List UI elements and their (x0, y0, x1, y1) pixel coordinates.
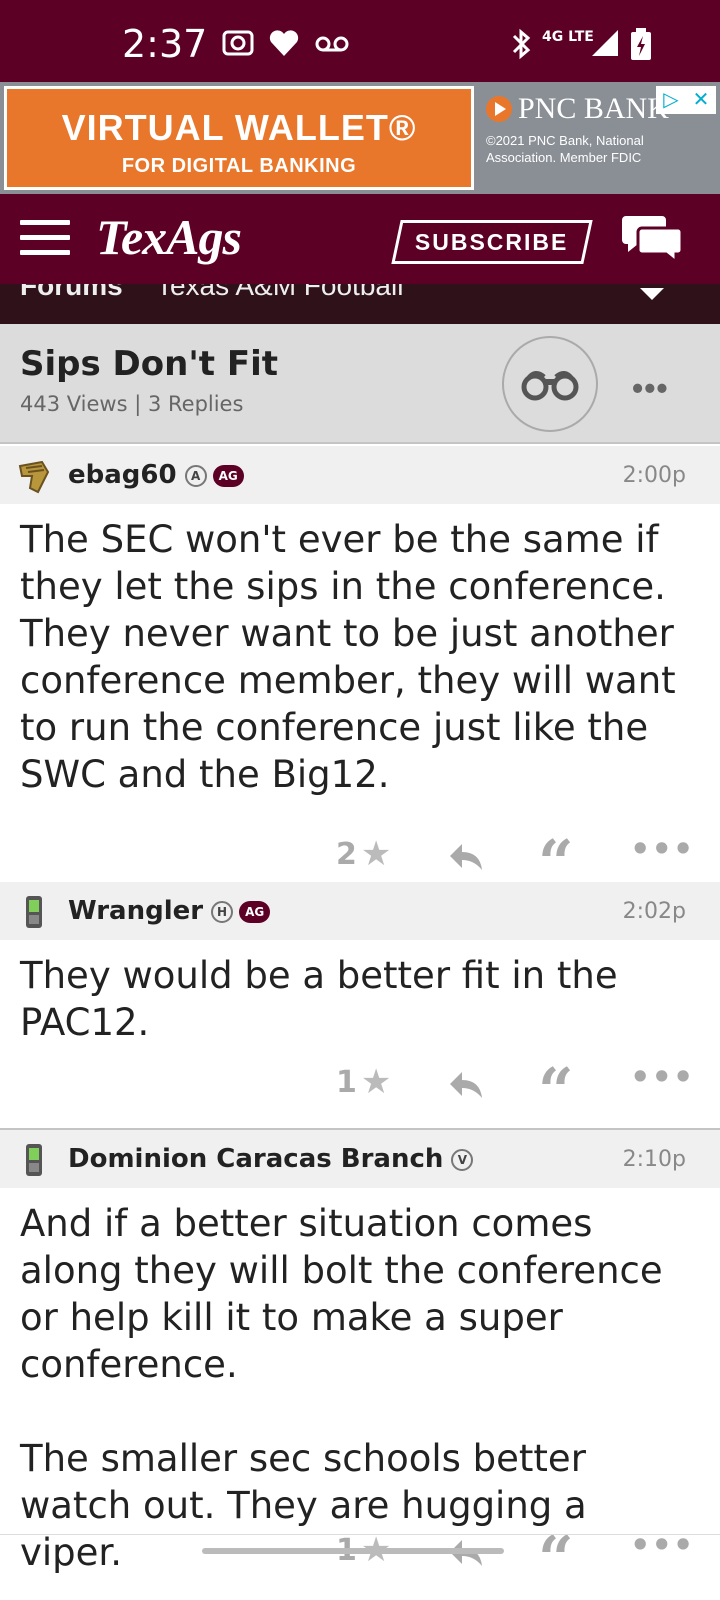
nav-divider (0, 1534, 720, 1535)
thread-title: Sips Don't Fit (20, 344, 278, 384)
ad-close-controls[interactable]: ▷ ✕ (656, 86, 716, 114)
avatar[interactable] (16, 1142, 52, 1178)
thread-header: Sips Don't Fit 443 Views | 3 Replies ••• (0, 324, 720, 444)
star-button[interactable]: 1★ (336, 1062, 391, 1102)
avatar[interactable] (16, 458, 52, 494)
voicemail-icon (315, 36, 349, 52)
ag-badge: AG (239, 900, 271, 923)
post-body: They would be a better fit in the PAC12. (20, 954, 618, 1044)
post-time: 2:10p (622, 1147, 686, 1172)
ad-brand-name: PNC BANK (518, 92, 669, 125)
post: Wrangler H AG 2:02p They would be a better… (0, 882, 720, 1130)
username[interactable]: ebag60 A AG (68, 460, 244, 490)
menu-icon[interactable] (20, 220, 70, 258)
post: ebag60 A AG 2:00p The SEC won't ever be th… (0, 446, 720, 899)
ad-subtitle: FOR DIGITAL BANKING (121, 155, 357, 177)
star-icon: ★ (360, 834, 392, 874)
status-time: 2:37 (122, 22, 208, 66)
signal-icon (592, 30, 618, 56)
reply-icon[interactable] (448, 842, 484, 872)
post: Dominion Caracas Branch V 2:10p And if a … (0, 1130, 720, 1595)
ad-creative[interactable]: VIRTUAL WALLET® FOR DIGITAL BANKING (4, 86, 474, 190)
site-header: TexAgs SUBSCRIBE (0, 194, 720, 284)
post-time: 2:00p (622, 463, 686, 488)
radio-icon (222, 30, 254, 56)
post-more-icon[interactable]: ••• (630, 1526, 694, 1564)
chat-icon[interactable] (622, 214, 684, 264)
avatar[interactable] (16, 894, 52, 930)
user-badge: A (184, 464, 207, 487)
ad-title: VIRTUAL WALLET® (61, 107, 417, 148)
ad-close-icon[interactable]: ✕ (686, 86, 716, 114)
star-icon: ★ (360, 1062, 392, 1102)
ad-fine-print-line-2: Association. Member FDIC (486, 150, 642, 165)
breadcrumb: Forums Texas A&M Football (0, 284, 720, 324)
ad-banner[interactable]: VIRTUAL WALLET® FOR DIGITAL BANKING PNC … (0, 82, 720, 194)
post-time: 2:02p (622, 899, 686, 924)
binoculars-icon (521, 371, 579, 401)
username-text[interactable]: Dominion Caracas Branch (68, 1144, 443, 1174)
ad-fine-print: ©2021 PNC Bank, National Association. Me… (486, 132, 716, 166)
post-more-icon[interactable]: ••• (630, 830, 694, 868)
username-text[interactable]: ebag60 (68, 460, 177, 490)
subscribe-label: SUBSCRIBE (415, 228, 569, 255)
bluetooth-icon (512, 28, 531, 60)
chevron-down-icon[interactable] (640, 288, 664, 300)
ad-choices-icon[interactable]: ▷ (656, 86, 686, 114)
post-body: And if a better situation comes along th… (20, 1202, 663, 1574)
post-more-icon[interactable]: ••• (630, 1058, 694, 1096)
star-count: 1 (336, 1064, 357, 1100)
post-body: The SEC won't ever be the same if they l… (20, 518, 676, 796)
pnc-logo-icon (486, 96, 512, 122)
post-actions: 1★ “ ••• (0, 1050, 720, 1128)
breadcrumb-board[interactable]: Texas A&M Football (156, 284, 403, 301)
status-bar: 2:37 4G LTE (0, 0, 720, 82)
post-header: ebag60 A AG 2:00p (0, 446, 720, 504)
username[interactable]: Wrangler H AG (68, 896, 271, 926)
subscribe-button[interactable]: SUBSCRIBE (391, 220, 593, 264)
heart-icon (269, 30, 299, 56)
star-button[interactable]: 2 ★ (336, 834, 391, 874)
star-count: 2 (336, 836, 357, 872)
breadcrumb-forums[interactable]: Forums (20, 284, 123, 301)
post-header: Dominion Caracas Branch V 2:10p (0, 1130, 720, 1188)
user-badge: H (211, 900, 234, 923)
post-header: Wrangler H AG 2:02p (0, 882, 720, 940)
quote-icon[interactable]: “ (538, 1522, 574, 1595)
thread-stats: 443 Views | 3 Replies (20, 392, 244, 416)
reply-icon[interactable] (448, 1070, 484, 1100)
battery-icon (631, 28, 651, 60)
username[interactable]: Dominion Caracas Branch V (68, 1144, 474, 1174)
thread-more-icon[interactable]: ••• (632, 370, 669, 407)
username-text[interactable]: Wrangler (68, 896, 203, 926)
ag-badge: AG (212, 464, 244, 487)
network-indicator: 4G LTE (542, 29, 594, 45)
ad-fine-print-line-1: ©2021 PNC Bank, National (486, 133, 644, 148)
watch-thread-button[interactable] (502, 336, 598, 432)
user-badge: V (451, 1148, 474, 1171)
quote-icon[interactable]: “ (538, 1054, 574, 1127)
site-logo[interactable]: TexAgs (96, 208, 242, 266)
home-gesture-bar[interactable] (202, 1548, 504, 1554)
